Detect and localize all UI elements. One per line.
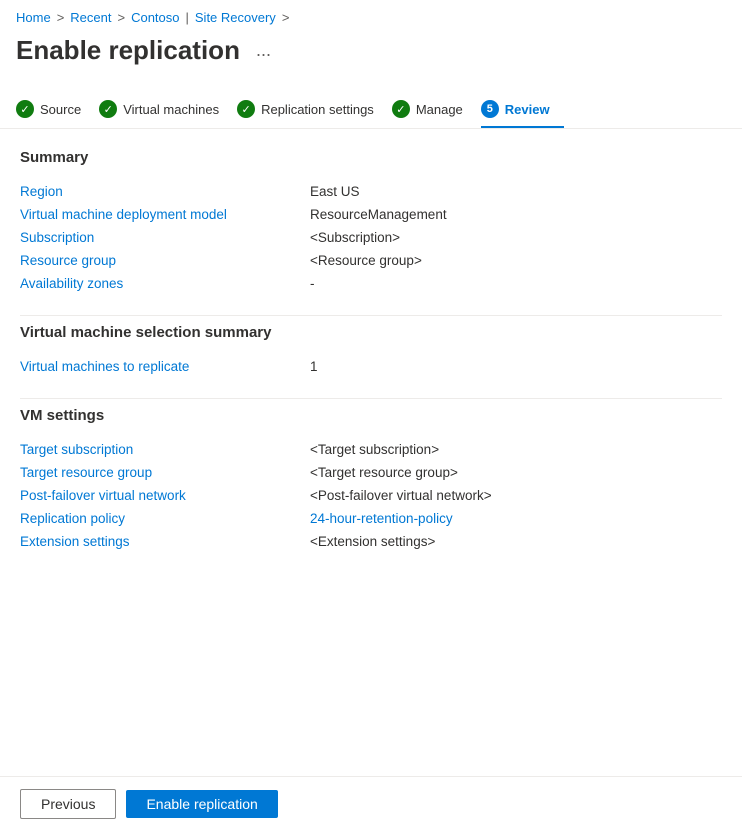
breadcrumb-sep-3: | xyxy=(186,10,189,25)
summary-rg-value: <Resource group> xyxy=(310,249,722,272)
target-rg-value: <Target resource group> xyxy=(310,461,722,484)
step-source[interactable]: ✓ Source xyxy=(16,92,95,128)
target-subscription-label: Target subscription xyxy=(20,438,310,461)
table-row: Subscription <Subscription> xyxy=(20,226,722,249)
summary-az-value: - xyxy=(310,272,722,295)
summary-section: Summary Region East US Virtual machine d… xyxy=(20,149,722,295)
breadcrumb-sep-2: > xyxy=(117,10,125,25)
vms-to-replicate-label: Virtual machines to replicate xyxy=(20,355,310,378)
extension-settings-value: <Extension settings> xyxy=(310,530,722,553)
footer: Previous Enable replication xyxy=(0,776,742,831)
summary-vm-model-label: Virtual machine deployment model xyxy=(20,203,310,226)
vm-selection-table: Virtual machines to replicate 1 xyxy=(20,355,722,378)
summary-az-label: Availability zones xyxy=(20,272,310,295)
target-subscription-value: <Target subscription> xyxy=(310,438,722,461)
step-source-check-icon: ✓ xyxy=(16,100,34,118)
summary-vm-model-value: ResourceManagement xyxy=(310,203,722,226)
step-review-num-icon: 5 xyxy=(481,100,499,118)
step-rep-label: Replication settings xyxy=(261,102,374,117)
extension-settings-label: Extension settings xyxy=(20,530,310,553)
page-title-row: Enable replication ... xyxy=(0,31,742,82)
step-review[interactable]: 5 Review xyxy=(481,92,564,128)
summary-region-value: East US xyxy=(310,180,722,203)
breadcrumb-home[interactable]: Home xyxy=(16,10,51,25)
vm-selection-heading: Virtual machine selection summary xyxy=(20,324,722,341)
step-manage-label: Manage xyxy=(416,102,463,117)
ellipsis-menu-button[interactable]: ... xyxy=(250,38,277,63)
breadcrumb: Home > Recent > Contoso | Site Recovery … xyxy=(0,0,742,31)
previous-button[interactable]: Previous xyxy=(20,789,116,819)
step-virtual-machines[interactable]: ✓ Virtual machines xyxy=(99,92,233,128)
table-row: Virtual machines to replicate 1 xyxy=(20,355,722,378)
step-manage[interactable]: ✓ Manage xyxy=(392,92,477,128)
table-row: Post-failover virtual network <Post-fail… xyxy=(20,484,722,507)
page-title: Enable replication xyxy=(16,35,240,66)
step-rep-check-icon: ✓ xyxy=(237,100,255,118)
target-rg-label: Target resource group xyxy=(20,461,310,484)
table-row: Resource group <Resource group> xyxy=(20,249,722,272)
summary-subscription-label: Subscription xyxy=(20,226,310,249)
summary-heading: Summary xyxy=(20,149,722,166)
post-failover-vnet-value: <Post-failover virtual network> xyxy=(310,484,722,507)
summary-table: Region East US Virtual machine deploymen… xyxy=(20,180,722,295)
divider-2 xyxy=(20,398,722,399)
breadcrumb-contoso[interactable]: Contoso xyxy=(131,10,179,25)
breadcrumb-site-recovery[interactable]: Site Recovery xyxy=(195,10,276,25)
step-manage-check-icon: ✓ xyxy=(392,100,410,118)
main-content: Summary Region East US Virtual machine d… xyxy=(0,129,742,643)
replication-policy-link[interactable]: 24-hour-retention-policy xyxy=(310,511,453,526)
step-source-label: Source xyxy=(40,102,81,117)
table-row: Availability zones - xyxy=(20,272,722,295)
table-row: Target resource group <Target resource g… xyxy=(20,461,722,484)
wizard-steps: ✓ Source ✓ Virtual machines ✓ Replicatio… xyxy=(0,82,742,129)
vm-selection-section: Virtual machine selection summary Virtua… xyxy=(20,324,722,378)
table-row: Region East US xyxy=(20,180,722,203)
step-vm-check-icon: ✓ xyxy=(99,100,117,118)
step-vm-label: Virtual machines xyxy=(123,102,219,117)
summary-rg-label: Resource group xyxy=(20,249,310,272)
table-row: Virtual machine deployment model Resourc… xyxy=(20,203,722,226)
vm-settings-section: VM settings Target subscription <Target … xyxy=(20,407,722,553)
post-failover-vnet-label: Post-failover virtual network xyxy=(20,484,310,507)
step-review-label: Review xyxy=(505,102,550,117)
step-replication-settings[interactable]: ✓ Replication settings xyxy=(237,92,388,128)
replication-policy-value: 24-hour-retention-policy xyxy=(310,507,722,530)
breadcrumb-sep-1: > xyxy=(57,10,65,25)
summary-region-label: Region xyxy=(20,180,310,203)
table-row: Extension settings <Extension settings> xyxy=(20,530,722,553)
summary-subscription-value: <Subscription> xyxy=(310,226,722,249)
vm-settings-table: Target subscription <Target subscription… xyxy=(20,438,722,553)
table-row: Target subscription <Target subscription… xyxy=(20,438,722,461)
breadcrumb-sep-4: > xyxy=(282,10,290,25)
vms-to-replicate-value: 1 xyxy=(310,355,722,378)
breadcrumb-recent[interactable]: Recent xyxy=(70,10,111,25)
divider-1 xyxy=(20,315,722,316)
table-row: Replication policy 24-hour-retention-pol… xyxy=(20,507,722,530)
replication-policy-label: Replication policy xyxy=(20,507,310,530)
enable-replication-button[interactable]: Enable replication xyxy=(126,790,277,818)
vm-settings-heading: VM settings xyxy=(20,407,722,424)
